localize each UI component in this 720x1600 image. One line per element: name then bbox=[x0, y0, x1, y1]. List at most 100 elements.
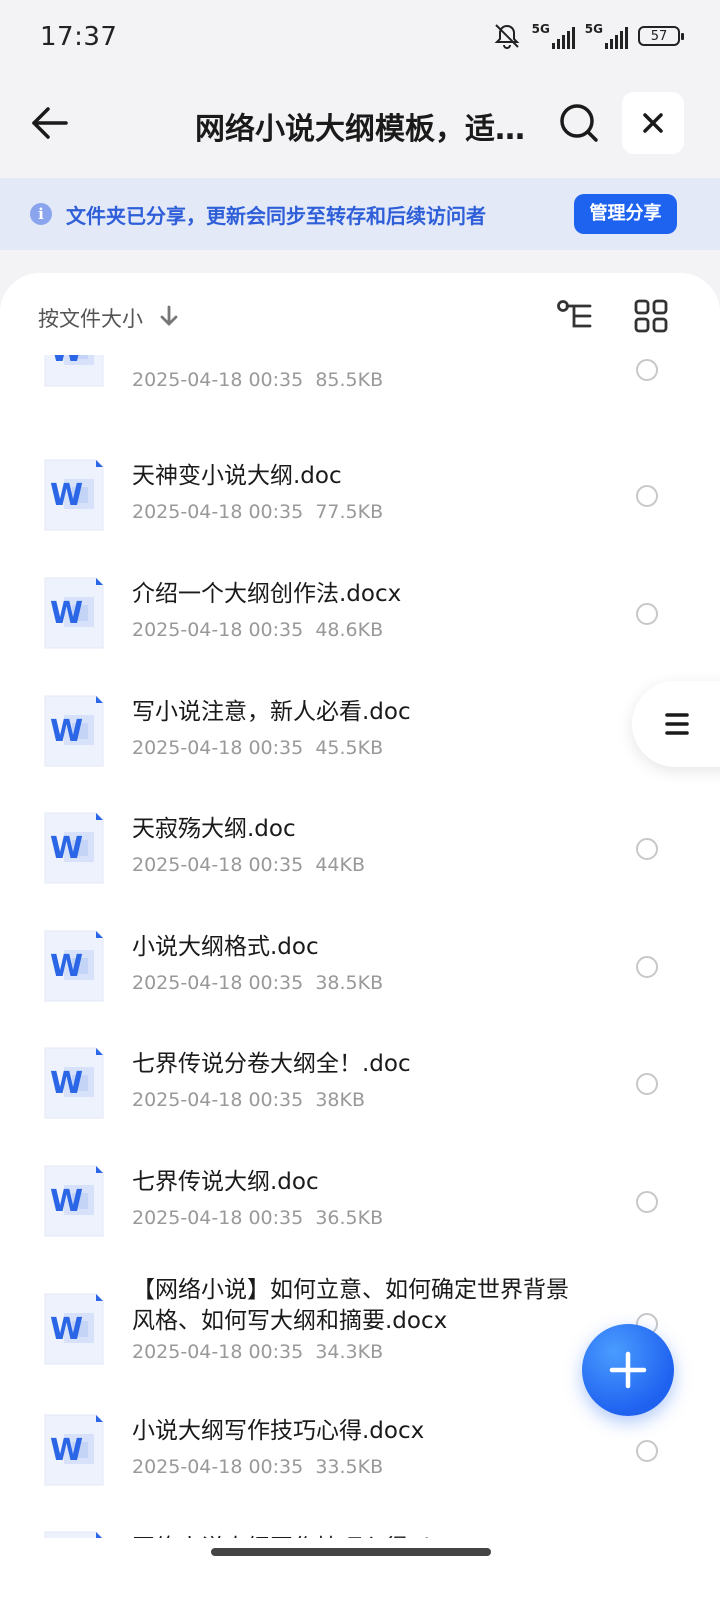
info-icon: i bbox=[30, 203, 52, 225]
word-file-icon: W bbox=[44, 1531, 103, 1538]
word-file-icon: W bbox=[44, 930, 104, 1002]
file-meta: 2025-04-18 00:35 48.6KB bbox=[132, 619, 383, 641]
share-banner-text: 文件夹已分享，更新会同步至转存和后续访问者 bbox=[66, 204, 486, 228]
close-button[interactable] bbox=[622, 92, 684, 154]
tree-view-icon[interactable] bbox=[556, 299, 596, 333]
file-row[interactable]: W 介绍一个大纲创作法.docx 2025-04-18 00:35 48.6KB bbox=[0, 561, 720, 671]
word-file-icon: W bbox=[44, 1047, 104, 1119]
file-row[interactable]: W 小说大纲写作技巧心得.docx 2025-04-18 00:35 33.5KB bbox=[0, 1398, 720, 1508]
file-date: 2025-04-18 00:35 bbox=[132, 1341, 304, 1363]
file-name: 天神变小说大纲.doc bbox=[132, 463, 342, 489]
file-row[interactable]: W 七界传说分卷大纲全！.doc 2025-04-18 00:35 38KB bbox=[0, 1031, 720, 1141]
select-radio[interactable] bbox=[636, 1073, 658, 1095]
signal-bars-icon bbox=[551, 27, 575, 49]
grid-view-icon[interactable] bbox=[634, 299, 668, 333]
svg-text:W: W bbox=[50, 1433, 83, 1468]
close-icon bbox=[643, 113, 663, 133]
status-time: 17:37 bbox=[40, 22, 118, 52]
file-size: 77.5KB bbox=[315, 501, 384, 523]
file-name: 小说大纲格式.doc bbox=[132, 934, 319, 960]
file-date: 2025-04-18 00:35 bbox=[132, 737, 304, 759]
share-banner: i 文件夹已分享，更新会同步至转存和后续访问者 管理分享 bbox=[0, 178, 720, 250]
back-button[interactable] bbox=[28, 98, 72, 148]
file-date: 2025-04-18 00:35 bbox=[132, 1456, 304, 1478]
file-size: 38.5KB bbox=[315, 972, 384, 994]
file-name: 天寂殇大纲.doc bbox=[132, 816, 296, 842]
status-icons: 5G 5G 57 bbox=[492, 22, 684, 50]
select-radio[interactable] bbox=[636, 1440, 658, 1462]
file-meta: 2025-04-18 00:35 38.5KB bbox=[132, 972, 383, 994]
svg-text:W: W bbox=[50, 1312, 83, 1347]
word-file-icon: W bbox=[44, 459, 104, 531]
select-radio[interactable] bbox=[636, 359, 658, 381]
file-meta: 2025-04-18 00:35 34.3KB bbox=[132, 1341, 383, 1363]
sort-bar: 按文件大小 bbox=[0, 273, 720, 355]
file-date: 2025-04-18 00:35 bbox=[132, 619, 304, 641]
svg-text:W: W bbox=[50, 831, 83, 866]
menu-icon bbox=[665, 713, 689, 735]
file-date: 2025-04-18 00:35 bbox=[132, 1207, 304, 1229]
svg-text:W: W bbox=[50, 1184, 83, 1219]
svg-text:W: W bbox=[50, 714, 83, 749]
file-date: 2025-04-18 00:35 bbox=[132, 369, 304, 391]
file-row[interactable]: W 七界传说大纲.doc 2025-04-18 00:35 36.5KB bbox=[0, 1149, 720, 1259]
file-row[interactable]: W 天神变小说大纲.doc 2025-04-18 00:35 77.5KB bbox=[0, 443, 720, 553]
select-radio[interactable] bbox=[636, 1191, 658, 1213]
network-label-1: 5G bbox=[531, 22, 550, 36]
file-row[interactable]: W 网络小说大纲写作技巧心得.docx bbox=[0, 1515, 720, 1538]
svg-text:W: W bbox=[50, 1066, 83, 1101]
file-row[interactable]: W 天寂殇大纲.doc 2025-04-18 00:35 44KB bbox=[0, 796, 720, 906]
home-indicator bbox=[211, 1548, 491, 1556]
select-radio[interactable] bbox=[636, 485, 658, 507]
file-size: 85.5KB bbox=[315, 369, 384, 391]
plus-icon bbox=[609, 1351, 647, 1389]
network-label-2: 5G bbox=[584, 22, 603, 36]
side-menu-button[interactable] bbox=[632, 681, 720, 767]
file-meta: 2025-04-18 00:35 33.5KB bbox=[132, 1456, 383, 1478]
file-date: 2025-04-18 00:35 bbox=[132, 1089, 304, 1111]
sort-down-arrow-icon[interactable] bbox=[158, 303, 180, 329]
page-title: 网络小说大纲模板，适… bbox=[195, 112, 525, 147]
file-name: 网络小说大纲写作技巧心得.docx bbox=[132, 1533, 572, 1538]
word-file-icon: W bbox=[44, 1293, 104, 1365]
header: 网络小说大纲模板，适… bbox=[0, 88, 720, 160]
status-bar: 17:37 5G 5G 57 bbox=[0, 0, 720, 80]
word-file-icon: W bbox=[44, 1414, 104, 1486]
file-row[interactable]: W 写小说注意，新人必看.doc 2025-04-18 00:35 45.5KB bbox=[0, 679, 720, 789]
search-button[interactable] bbox=[556, 100, 602, 146]
word-file-icon: W bbox=[44, 812, 104, 884]
file-meta: 2025-04-18 00:35 77.5KB bbox=[132, 501, 383, 523]
back-arrow-icon bbox=[32, 107, 68, 139]
file-size: 34.3KB bbox=[315, 1341, 384, 1363]
select-radio[interactable] bbox=[636, 838, 658, 860]
select-radio[interactable] bbox=[636, 603, 658, 625]
file-date: 2025-04-18 00:35 bbox=[132, 854, 304, 876]
file-meta: 2025-04-18 00:35 85.5KB bbox=[132, 369, 383, 391]
file-size: 48.6KB bbox=[315, 619, 384, 641]
file-meta: 2025-04-18 00:35 38KB bbox=[132, 1089, 365, 1111]
add-button[interactable] bbox=[582, 1324, 674, 1416]
file-name: 【网络小说】如何立意、如何确定世界背景风格、如何写大纲和摘要.docx bbox=[132, 1277, 569, 1334]
signal-1: 5G bbox=[532, 23, 575, 49]
file-meta: 2025-04-18 00:35 45.5KB bbox=[132, 737, 383, 759]
file-name: 七界传说分卷大纲全！.doc bbox=[132, 1051, 411, 1077]
manage-share-button[interactable]: 管理分享 bbox=[574, 194, 677, 234]
file-size: 44KB bbox=[315, 854, 365, 876]
file-meta: 2025-04-18 00:35 44KB bbox=[132, 854, 365, 876]
file-date: 2025-04-18 00:35 bbox=[132, 972, 304, 994]
file-name: 七界传说大纲.doc bbox=[132, 1169, 319, 1195]
word-file-icon: W bbox=[44, 577, 104, 649]
signal-2: 5G bbox=[585, 23, 628, 49]
file-size: 45.5KB bbox=[315, 737, 384, 759]
file-name: 写小说注意，新人必看.doc bbox=[132, 699, 411, 725]
file-row[interactable]: W 小说大纲格式.doc 2025-04-18 00:35 38.5KB bbox=[0, 914, 720, 1024]
sort-label[interactable]: 按文件大小 bbox=[38, 303, 143, 333]
word-file-icon: W bbox=[44, 695, 104, 767]
search-icon bbox=[560, 104, 598, 142]
battery-icon: 57 bbox=[638, 26, 684, 46]
file-size: 36.5KB bbox=[315, 1207, 384, 1229]
svg-text:W: W bbox=[50, 596, 83, 631]
mute-bell-icon bbox=[494, 24, 520, 49]
file-name: 介绍一个大纲创作法.docx bbox=[132, 581, 402, 607]
select-radio[interactable] bbox=[636, 956, 658, 978]
